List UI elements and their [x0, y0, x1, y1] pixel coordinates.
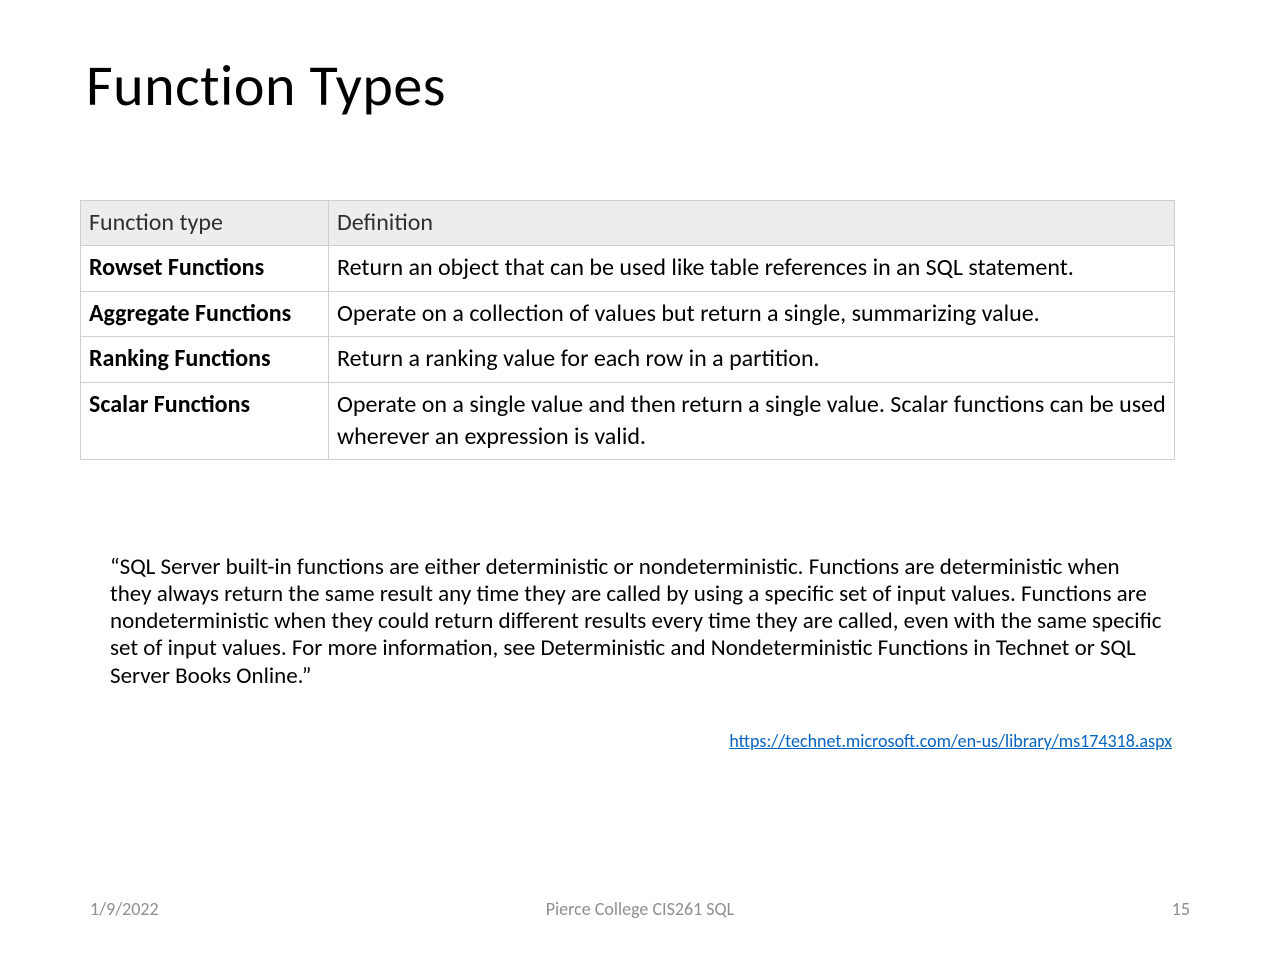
cell-function-type: Aggregate Functions — [81, 291, 329, 336]
quote-paragraph: “SQL Server built-in functions are eithe… — [110, 554, 1165, 690]
cell-definition: Return an object that can be used like t… — [329, 246, 1175, 291]
cell-function-type: Rowset Functions — [81, 246, 329, 291]
footer-page-number: 15 — [1172, 898, 1190, 920]
table-row: Aggregate Functions Operate on a collect… — [81, 291, 1175, 336]
header-definition: Definition — [329, 201, 1175, 246]
cell-function-type: Scalar Functions — [81, 382, 329, 460]
table-row: Rowset Functions Return an object that c… — [81, 246, 1175, 291]
cell-definition: Operate on a single value and then retur… — [329, 382, 1175, 460]
cell-function-type: Ranking Functions — [81, 337, 329, 382]
cell-definition: Operate on a collection of values but re… — [329, 291, 1175, 336]
citation: https://technet.microsoft.com/en-us/libr… — [729, 730, 1172, 752]
slide-title: Function Types — [86, 50, 446, 121]
table-row: Ranking Functions Return a ranking value… — [81, 337, 1175, 382]
citation-link[interactable]: https://technet.microsoft.com/en-us/libr… — [729, 730, 1172, 752]
slide: Function Types Function type Definition … — [0, 0, 1280, 960]
cell-definition: Return a ranking value for each row in a… — [329, 337, 1175, 382]
table-header-row: Function type Definition — [81, 201, 1175, 246]
slide-footer: 1/9/2022 Pierce College CIS261 SQL 15 — [0, 898, 1280, 922]
table-row: Scalar Functions Operate on a single val… — [81, 382, 1175, 460]
header-function-type: Function type — [81, 201, 329, 246]
footer-course: Pierce College CIS261 SQL — [0, 898, 1280, 920]
function-types-table: Function type Definition Rowset Function… — [80, 200, 1175, 460]
